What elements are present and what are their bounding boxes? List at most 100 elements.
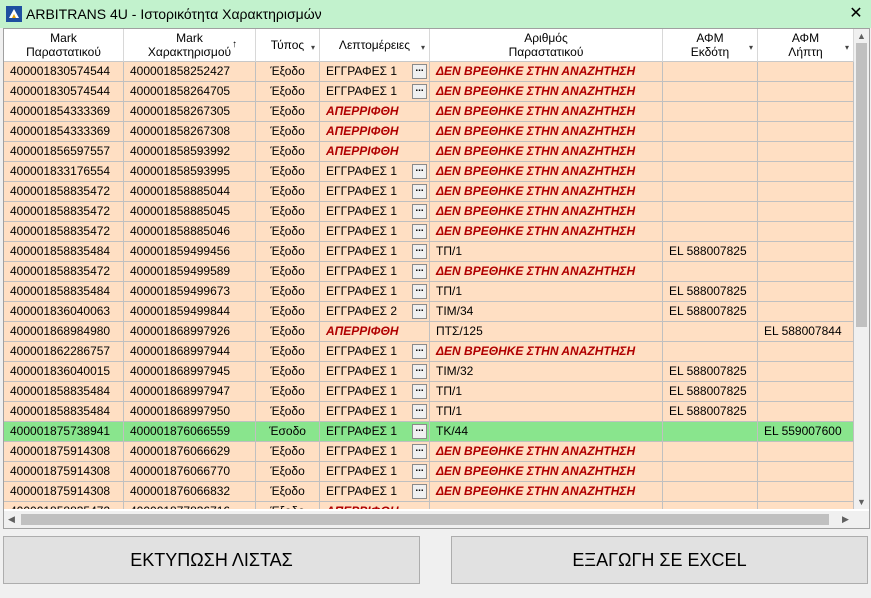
cell-text: ΑΠΕΡΡΙΦΘΗ — [326, 144, 399, 158]
details-button[interactable]: ... — [412, 164, 427, 179]
column-header-details[interactable]: Λεπτομέρειες ▾ — [320, 29, 430, 62]
vertical-scrollbar[interactable]: ▲ ▼ — [854, 29, 869, 509]
details-button[interactable]: ... — [412, 484, 427, 499]
cell-text: 400001868997947 — [130, 384, 231, 398]
column-filter-icon[interactable]: ▾ — [421, 41, 425, 55]
cell-details: ΕΓΓΡΑΦΕΣ 1... — [320, 422, 430, 442]
scroll-right-arrow-icon[interactable]: ▶ — [838, 511, 853, 528]
column-header-vat-receiver[interactable]: ΑΦΜ Λήπτη ▾ — [758, 29, 854, 62]
column-filter-icon[interactable]: ▾ — [311, 41, 315, 55]
table-row[interactable]: 400001858835472 400001858885045 Έξοδο ΕΓΓΡΑ… — [4, 202, 854, 222]
column-filter-icon[interactable]: ▾ — [749, 41, 753, 55]
cell-doc-no: ΤΚ/44 — [430, 422, 663, 442]
cell-text: 400001858835472 — [10, 204, 111, 218]
details-button[interactable]: ... — [412, 364, 427, 379]
table-row-selected[interactable]: 400001875738941 400001876066559 Έσοδο ΕΓΓΡΑ… — [4, 422, 854, 442]
details-button[interactable]: ... — [412, 424, 427, 439]
table-row[interactable]: 400001875914308 400001876066832 Έξοδο ΕΓΓΡΑ… — [4, 482, 854, 502]
table-row[interactable]: 400001862286757 400001868997944 Έξοδο ΕΓΓΡΑ… — [4, 342, 854, 362]
details-button[interactable]: ... — [412, 84, 427, 99]
cell-text: 400001858267305 — [130, 104, 231, 118]
table-row[interactable]: 400001875914308 400001876066770 Έξοδο ΕΓΓΡΑ… — [4, 462, 854, 482]
table-row[interactable]: 400001830574544 400001858264705 Έξοδο ΕΓΓΡΑ… — [4, 82, 854, 102]
table-row[interactable]: 400001858835484 400001868997950 Έξοδο ΕΓΓΡΑ… — [4, 402, 854, 422]
table-row[interactable]: 400001836040015 400001868997945 Έξοδο ΕΓΓΡΑ… — [4, 362, 854, 382]
details-button[interactable]: ... — [412, 184, 427, 199]
cell-text: Έξοδο — [270, 84, 305, 98]
details-button[interactable]: ... — [412, 204, 427, 219]
details-button[interactable]: ... — [412, 384, 427, 399]
cell-text: ΔΕΝ ΒΡΕΘΗΚΕ ΣΤΗΝ ΑΝΑΖΗΤΗΣΗ — [436, 124, 636, 138]
cell-text: ΤΚ/44 — [436, 424, 469, 438]
export-excel-button[interactable]: ΕΞΑΓΩΓΗ ΣΕ EXCEL — [451, 536, 868, 584]
table-row[interactable]: 400001854333369 400001858267308 Έξοδο ΑΠΕΡΡ… — [4, 122, 854, 142]
cell-text: 400001858835472 — [10, 224, 111, 238]
history-grid[interactable]: Mark Παραστατικού Mark Χαρακτηρισμού ↑ Τύπο… — [3, 28, 870, 529]
cell-vat-issuer: EL 588007825 — [663, 242, 758, 262]
details-button[interactable]: ... — [412, 404, 427, 419]
column-header-vat-issuer[interactable]: ΑΦΜ Εκδότη ▾ — [663, 29, 758, 62]
table-row[interactable]: 400001858835472 400001858885044 Έξοδο ΕΓΓΡΑ… — [4, 182, 854, 202]
cell-text: ΔΕΝ ΒΡΕΘΗΚΕ ΣΤΗΝ ΑΝΑΖΗΤΗΣΗ — [436, 84, 636, 98]
cell-mark-doc: 400001830574544 — [4, 62, 124, 82]
vertical-scroll-thumb[interactable] — [856, 43, 867, 327]
column-header-mark-doc[interactable]: Mark Παραστατικού — [4, 29, 124, 62]
cell-type: Έσοδο — [256, 422, 320, 442]
cell-text: ΔΕΝ ΒΡΕΘΗΚΕ ΣΤΗΝ ΑΝΑΖΗΤΗΣΗ — [436, 484, 636, 498]
details-button[interactable]: ... — [412, 284, 427, 299]
cell-type: Έξοδο — [256, 182, 320, 202]
table-row[interactable]: 400001858835472 400001877836716 Έξοδο ΑΠΕΡΡ… — [4, 502, 854, 509]
column-header-doc-no[interactable]: Αριθμός Παραστατικού — [430, 29, 663, 62]
column-header-mark-char[interactable]: Mark Χαρακτηρισμού ↑ — [124, 29, 256, 62]
close-button[interactable]: ✕ — [841, 0, 871, 28]
scroll-left-arrow-icon[interactable]: ◀ — [4, 511, 19, 528]
details-button[interactable]: ... — [412, 344, 427, 359]
column-header-type[interactable]: Τύπος ▾ — [256, 29, 320, 62]
table-row[interactable]: 400001836040063 400001859499844 Έξοδο ΕΓΓΡΑ… — [4, 302, 854, 322]
title-bar: ARBITRANS 4U - Ιστορικότητα Χαρακτηρισμώ… — [0, 0, 871, 28]
print-list-button[interactable]: ΕΚΤΥΠΩΣΗ ΛΙΣΤΑΣ — [3, 536, 420, 584]
column-filter-icon[interactable]: ▾ — [845, 41, 849, 55]
horizontal-scrollbar[interactable]: ◀ ▶ — [4, 511, 854, 528]
horizontal-scroll-thumb[interactable] — [21, 514, 829, 525]
table-row[interactable]: 400001875914308 400001876066629 Έξοδο ΕΓΓΡΑ… — [4, 442, 854, 462]
details-button[interactable]: ... — [412, 224, 427, 239]
cell-text: 400001875914308 — [10, 444, 111, 458]
details-button[interactable]: ... — [412, 64, 427, 79]
cell-mark-char: 400001858885045 — [124, 202, 256, 222]
table-row[interactable]: 400001858835472 400001859499589 Έξοδο ΕΓΓΡΑ… — [4, 262, 854, 282]
table-row[interactable]: 400001858835484 400001859499456 Έξοδο ΕΓΓΡΑ… — [4, 242, 854, 262]
table-row[interactable]: 400001858835472 400001858885046 Έξοδο ΕΓΓΡΑ… — [4, 222, 854, 242]
table-row[interactable]: 400001833176554 400001858593995 Έξοδο ΕΓΓΡΑ… — [4, 162, 854, 182]
table-row[interactable]: 400001858835484 400001868997947 Έξοδο ΕΓΓΡΑ… — [4, 382, 854, 402]
cell-text: Έξοδο — [270, 124, 305, 138]
cell-vat-issuer — [663, 222, 758, 242]
grid-header: Mark Παραστατικού Mark Χαρακτηρισμού ↑ Τύπο… — [4, 29, 854, 62]
scroll-down-arrow-icon[interactable]: ▼ — [854, 495, 869, 509]
details-button[interactable]: ... — [412, 244, 427, 259]
scroll-up-arrow-icon[interactable]: ▲ — [854, 29, 869, 43]
cell-mark-char: 400001858885046 — [124, 222, 256, 242]
cell-vat-receiver — [758, 182, 854, 202]
cell-type: Έξοδο — [256, 302, 320, 322]
cell-text: Έξοδο — [270, 444, 305, 458]
cell-vat-issuer: EL 588007825 — [663, 282, 758, 302]
cell-vat-issuer — [663, 502, 758, 509]
details-button[interactable]: ... — [412, 464, 427, 479]
cell-vat-receiver: EL 559007600 — [758, 422, 854, 442]
cell-text: Έξοδο — [270, 164, 305, 178]
cell-vat-issuer — [663, 182, 758, 202]
cell-text: 400001859499456 — [130, 244, 231, 258]
cell-details: ΕΓΓΡΑΦΕΣ 1... — [320, 222, 430, 242]
table-row[interactable]: 400001868984980 400001868997926 Έξοδο ΑΠΕΡΡ… — [4, 322, 854, 342]
table-row[interactable]: 400001854333369 400001858267305 Έξοδο ΑΠΕΡΡ… — [4, 102, 854, 122]
table-row[interactable]: 400001858835484 400001859499673 Έξοδο ΕΓΓΡΑ… — [4, 282, 854, 302]
cell-mark-char: 400001868997944 — [124, 342, 256, 362]
table-row[interactable]: 400001856597557 400001858593992 Έξοδο ΑΠΕΡΡ… — [4, 142, 854, 162]
details-button[interactable]: ... — [412, 444, 427, 459]
details-button[interactable]: ... — [412, 264, 427, 279]
table-row[interactable]: 400001830574544 400001858252427 Έξοδο ΕΓΓΡΑ… — [4, 62, 854, 82]
cell-text: 400001858593992 — [130, 144, 231, 158]
details-button[interactable]: ... — [412, 304, 427, 319]
cell-type: Έξοδο — [256, 382, 320, 402]
